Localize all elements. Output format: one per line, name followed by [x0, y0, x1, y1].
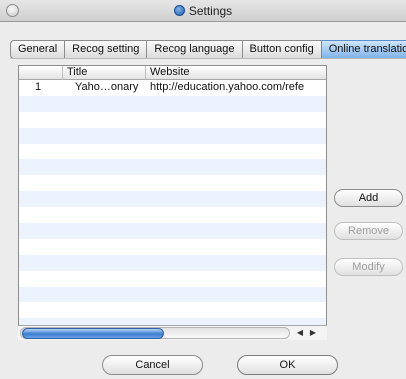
empty-row: [19, 223, 326, 239]
row-website: http://education.yahoo.com/refe: [150, 81, 305, 93]
title-bar: Settings: [0, 0, 406, 22]
empty-row: [19, 302, 326, 318]
window-title-text: Settings: [188, 4, 233, 18]
empty-row: [19, 239, 326, 255]
empty-row: [19, 271, 326, 287]
modify-button[interactable]: Modify: [334, 258, 403, 276]
cancel-button[interactable]: Cancel: [102, 355, 203, 375]
empty-row: [19, 95, 326, 112]
row-number: 1: [35, 81, 42, 93]
empty-row: [19, 254, 326, 271]
tab-bar: General Recog setting Recog language But…: [10, 40, 406, 59]
tab-recog-language[interactable]: Recog language: [146, 40, 242, 59]
table-row[interactable]: 1 Yaho…onary http://education.yahoo.com/…: [19, 80, 326, 96]
app-icon: [173, 5, 185, 16]
empty-row: [19, 175, 326, 191]
row-title: Yaho…onary: [75, 81, 139, 93]
table-header: Title Website: [19, 66, 326, 80]
scrollbar-thumb[interactable]: [22, 328, 164, 339]
empty-row: [19, 144, 326, 160]
tab-button-config[interactable]: Button config: [241, 40, 321, 59]
empty-row: [19, 207, 326, 223]
empty-row: [19, 159, 326, 176]
scroll-right-icon[interactable]: ▶: [307, 327, 319, 339]
tab-recog-setting[interactable]: Recog setting: [64, 40, 147, 59]
horizontal-scrollbar[interactable]: ◀ ▶: [18, 325, 327, 340]
remove-button[interactable]: Remove: [334, 222, 403, 240]
empty-row: [19, 191, 326, 208]
scroll-left-icon[interactable]: ◀: [294, 327, 306, 339]
add-button[interactable]: Add: [334, 189, 403, 207]
tab-online-translation[interactable]: Online translation: [320, 40, 406, 59]
empty-row: [19, 127, 326, 144]
window-title: Settings: [0, 4, 406, 18]
column-header-title[interactable]: Title: [63, 66, 146, 80]
empty-row: [19, 286, 326, 303]
empty-row: [19, 112, 326, 128]
tab-general[interactable]: General: [10, 40, 65, 59]
ok-button[interactable]: OK: [237, 355, 338, 375]
table-body: 1 Yaho…onary http://education.yahoo.com/…: [19, 80, 326, 335]
translation-table[interactable]: Title Website 1 Yaho…onary http://educat…: [18, 65, 327, 339]
column-header-website[interactable]: Website: [146, 66, 326, 80]
column-header-number[interactable]: [19, 66, 63, 80]
